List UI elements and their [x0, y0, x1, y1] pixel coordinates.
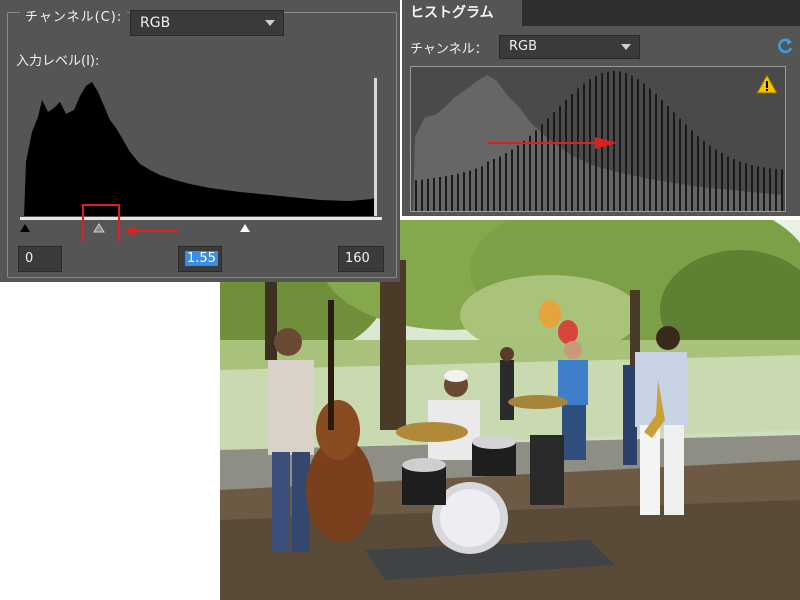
chevron-down-icon: [621, 44, 631, 50]
histogram-bar: [583, 83, 585, 211]
histogram-bar: [643, 83, 645, 211]
histogram-bar: [637, 79, 639, 211]
gray-point-slider-icon[interactable]: [93, 223, 105, 233]
histogram-channel-value: RGB: [509, 39, 538, 54]
white-point-input[interactable]: 160: [338, 246, 384, 272]
histogram-bar: [625, 73, 627, 212]
levels-histogram: [20, 78, 382, 242]
histogram-bar: [541, 124, 543, 211]
levels-channel-select[interactable]: RGB: [130, 10, 284, 36]
histogram-graph: [410, 66, 786, 212]
histogram-bar: [757, 166, 759, 211]
histogram-bar: [739, 161, 741, 211]
histogram-bar: [721, 153, 723, 211]
histogram-bar: [589, 79, 591, 211]
histogram-bar: [745, 163, 747, 211]
gamma-input[interactable]: 1.55: [178, 246, 222, 272]
histogram-bar: [667, 106, 669, 211]
input-levels-label: 入力レベル(I):: [16, 54, 100, 69]
histogram-bar: [487, 161, 489, 211]
gamma-value: 1.55: [185, 251, 218, 266]
histogram-bar: [775, 168, 777, 211]
histogram-bar: [619, 71, 621, 212]
histogram-bar: [661, 99, 663, 211]
histogram-bar: [505, 153, 507, 211]
white-point-slider-icon[interactable]: [240, 224, 250, 232]
histogram-bar: [571, 93, 573, 211]
histogram-bar: [703, 140, 705, 211]
histogram-bar: [631, 75, 633, 211]
histogram-channel-label: チャンネル：: [410, 42, 488, 57]
histogram-bar: [529, 135, 531, 211]
levels-channel-value: RGB: [140, 15, 171, 31]
histogram-bar: [523, 140, 525, 211]
annotation-arrowhead: [124, 226, 136, 236]
tab-histogram[interactable]: ヒストグラム: [402, 0, 522, 26]
histogram-bar: [709, 145, 711, 211]
histogram-bar: [433, 177, 435, 211]
histogram-bar: [577, 88, 579, 211]
histogram-bar: [679, 118, 681, 211]
histogram-channel-select[interactable]: RGB: [499, 35, 640, 59]
histogram-bar: [469, 170, 471, 211]
histogram-bar: [613, 71, 615, 211]
histogram-bar: [565, 99, 567, 211]
refresh-icon[interactable]: [776, 36, 794, 56]
histogram-bar: [553, 112, 555, 211]
histogram-bar: [547, 118, 549, 211]
chevron-down-icon: [265, 20, 275, 26]
histogram-bar: [649, 88, 651, 211]
levels-histogram-shape: [24, 82, 376, 216]
histogram-bars: [413, 71, 783, 212]
histogram-bar: [427, 178, 429, 211]
histogram-bar: [751, 165, 753, 211]
histogram-bar: [439, 177, 441, 211]
histogram-bar: [733, 159, 735, 211]
histogram-bar: [463, 172, 465, 211]
histogram-baseline: [20, 217, 382, 220]
histogram-bar: [673, 112, 675, 211]
histogram-bar: [451, 174, 453, 211]
histogram-bar: [559, 105, 561, 211]
histogram-tabbar: ヒストグラム: [402, 0, 800, 26]
histogram-bar: [781, 169, 783, 211]
white-clip-spike: [374, 78, 377, 216]
histogram-bar: [415, 180, 417, 211]
histogram-bar: [475, 168, 477, 211]
histogram-bar: [457, 173, 459, 211]
histogram-bar: [481, 166, 483, 211]
histogram-panel: ヒストグラム チャンネル： RGB: [402, 0, 800, 216]
histogram-bar: [763, 167, 765, 211]
black-point-slider-icon[interactable]: [20, 224, 30, 232]
levels-channel-label: チャンネル(C):: [20, 6, 128, 25]
black-point-input[interactable]: 0: [18, 246, 62, 272]
histogram-bar: [697, 135, 699, 211]
histogram-bar: [517, 145, 519, 211]
histogram-bar: [727, 156, 729, 211]
histogram-bar: [769, 168, 771, 211]
histogram-bar: [685, 124, 687, 211]
histogram-bar: [421, 179, 423, 211]
histogram-bar: [499, 156, 501, 211]
histogram-bar: [715, 149, 717, 211]
warning-icon[interactable]: [756, 74, 778, 94]
histogram-bar: [445, 176, 447, 211]
histogram-bar: [493, 159, 495, 211]
histogram-bar: [655, 93, 657, 211]
histogram-bar: [511, 149, 513, 211]
histogram-bar: [691, 130, 693, 211]
levels-dialog: チャンネル(C): RGB 入力レベル(I): 0 1.55 160: [0, 0, 400, 282]
